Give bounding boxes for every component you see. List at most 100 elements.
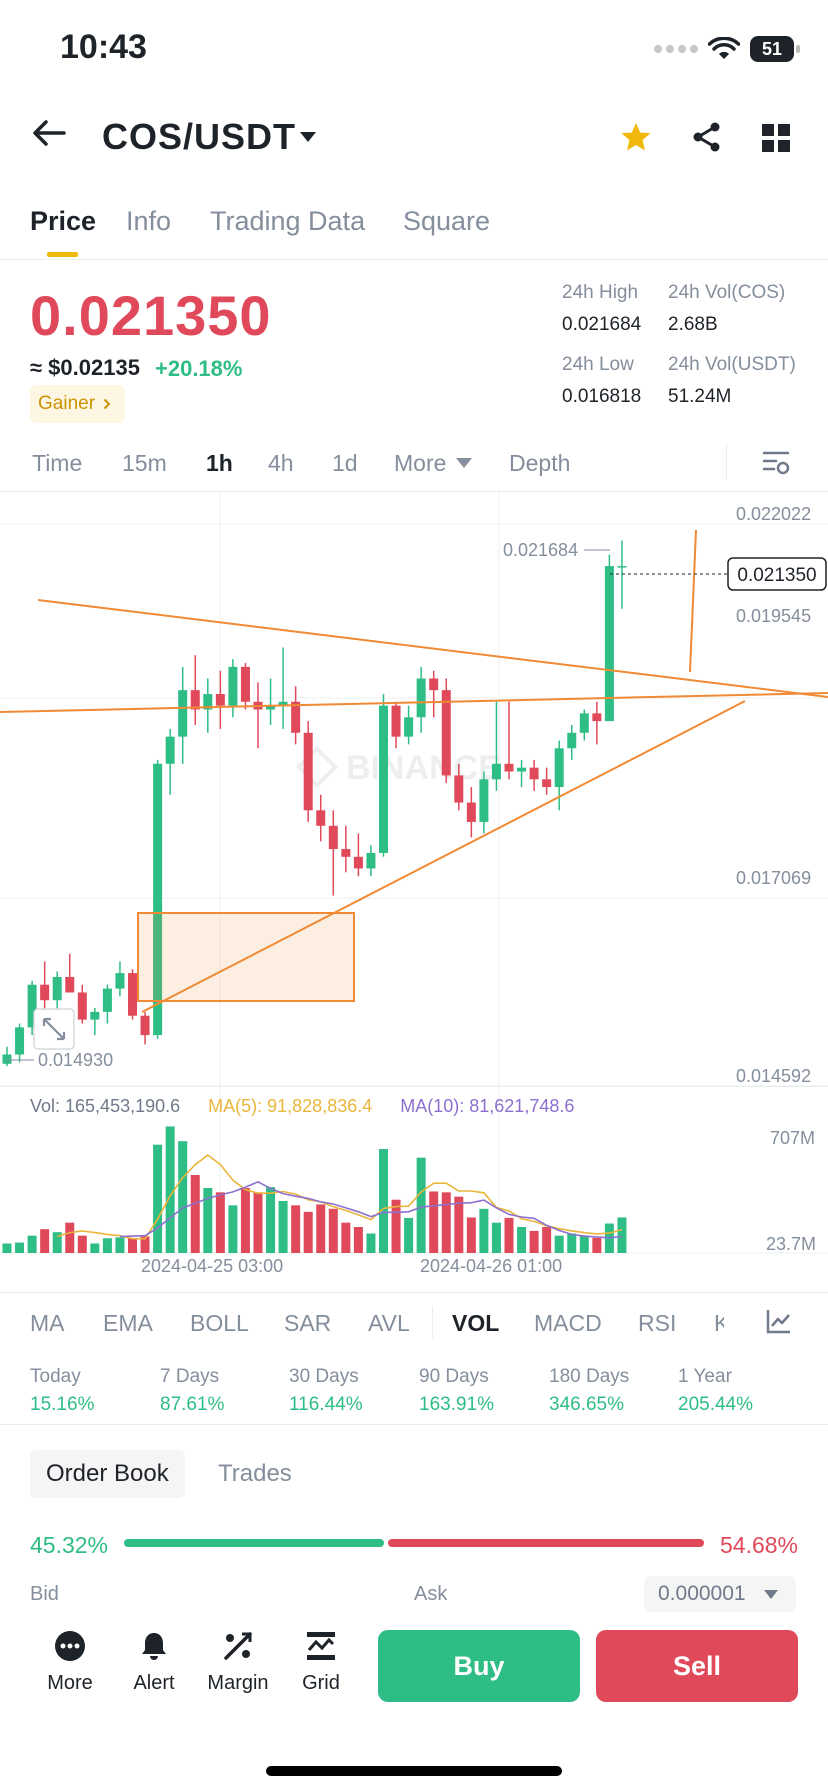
candle-body	[517, 767, 527, 772]
candle	[366, 845, 376, 877]
volume-bar	[366, 1233, 376, 1253]
home-indicator	[266, 1766, 562, 1776]
24h-high-value: 0.021684	[562, 314, 642, 335]
candle-body	[240, 666, 250, 702]
active-tab-indicator	[47, 252, 78, 257]
indicator-avl[interactable]: AVL	[368, 1310, 410, 1337]
candle-body	[554, 748, 564, 788]
price-chart[interactable]: BINANCE 0.022022 0.019545 0.017069 0.014…	[0, 492, 828, 1292]
tab-trading-data[interactable]: Trading Data	[210, 206, 365, 237]
precision-value: 0.000001	[658, 1582, 746, 1605]
candle-body	[429, 678, 439, 691]
ma5-line	[56, 1154, 623, 1240]
nav-margin[interactable]: Margin	[198, 1630, 278, 1695]
candle-body	[178, 690, 188, 737]
candle	[203, 678, 213, 733]
indicator-boll[interactable]: BOLL	[190, 1310, 249, 1337]
candle-body	[416, 678, 426, 718]
candle	[479, 771, 489, 834]
volume-bar	[77, 1235, 87, 1253]
candle-body	[128, 973, 137, 1016]
price-axis-label: 0.022022	[736, 504, 811, 524]
candle-body	[303, 732, 313, 811]
favorite-star-icon[interactable]	[620, 122, 652, 152]
candle-body	[529, 767, 539, 780]
price-precision-select[interactable]: 0.000001	[644, 1576, 796, 1612]
bid-percent: 45.32%	[30, 1532, 109, 1558]
volume-bar	[579, 1235, 589, 1253]
interval-depth[interactable]: Depth	[509, 450, 570, 477]
tab-price[interactable]: Price	[30, 206, 96, 237]
fullscreen-expand-icon[interactable]	[33, 1008, 75, 1050]
candle-body	[366, 852, 376, 869]
status-time: 10:43	[60, 28, 147, 66]
indicator-rsi[interactable]: RSI	[638, 1310, 676, 1337]
24h-vol-quote-label: 24h Vol(USDT)	[668, 354, 796, 375]
indicator-sar[interactable]: SAR	[284, 1310, 331, 1337]
time-axis-label: 2024-04-26 01:00	[420, 1256, 562, 1276]
perf-today-label: Today	[30, 1366, 81, 1387]
candle	[441, 678, 451, 784]
candle	[115, 961, 125, 997]
volume-axis-label: 23.7M	[766, 1234, 816, 1254]
perf-7d-label: 7 Days	[160, 1366, 220, 1387]
candle	[266, 678, 276, 726]
interval-more[interactable]: More	[394, 450, 446, 477]
candle	[429, 670, 439, 718]
interval-15m[interactable]: 15m	[122, 450, 167, 477]
candle-body	[353, 856, 363, 869]
candle	[341, 825, 351, 873]
chart-settings-icon[interactable]	[762, 450, 790, 476]
candle	[303, 721, 313, 822]
tab-order-book[interactable]: Order Book	[30, 1450, 185, 1498]
interval-4h[interactable]: 4h	[268, 450, 294, 477]
wifi-icon	[708, 37, 740, 59]
indicator-macd[interactable]: MACD	[534, 1310, 602, 1337]
back-arrow-icon[interactable]	[32, 118, 66, 148]
more-dots-icon	[55, 1631, 85, 1661]
nav-more[interactable]: More	[30, 1630, 110, 1695]
candle	[517, 759, 527, 788]
buy-button[interactable]: Buy	[378, 1630, 580, 1702]
volume-bar	[228, 1205, 238, 1253]
pair-dropdown-caret-icon[interactable]	[300, 132, 316, 142]
perf-90d-value: 163.91%	[419, 1394, 495, 1415]
nav-grid[interactable]: Grid	[281, 1630, 361, 1695]
interval-time[interactable]: Time	[32, 450, 82, 477]
indicator-vol[interactable]: VOL	[452, 1310, 499, 1337]
current-price-tag-value: 0.021350	[737, 565, 816, 586]
indicator-ema[interactable]: EMA	[103, 1310, 153, 1337]
candle	[466, 787, 476, 838]
indicator-settings-icon[interactable]	[766, 1308, 792, 1334]
pair-title[interactable]: COS/USDT	[102, 116, 296, 158]
tab-info[interactable]: Info	[126, 206, 171, 237]
volume-bar	[65, 1222, 75, 1253]
tab-square[interactable]: Square	[403, 206, 490, 237]
interval-1d[interactable]: 1d	[332, 450, 358, 477]
chevron-down-icon	[763, 1589, 778, 1599]
indicator-k[interactable]: K	[714, 1310, 724, 1337]
volume-bar	[529, 1230, 539, 1253]
last-price: 0.021350	[30, 284, 272, 347]
interval-1h[interactable]: 1h	[206, 450, 233, 477]
low-price-marker: 0.014930	[38, 1050, 113, 1070]
ask-column-label: Ask	[414, 1583, 448, 1605]
perf-7d-value: 87.61%	[160, 1394, 225, 1415]
volume-bar	[542, 1227, 552, 1253]
candle-body	[316, 810, 326, 826]
more-caret-icon[interactable]	[456, 458, 472, 468]
indicator-ma[interactable]: MA	[30, 1310, 65, 1337]
tab-trades[interactable]: Trades	[218, 1460, 292, 1488]
volume-bar	[416, 1157, 426, 1253]
gainer-badge[interactable]: Gainer	[30, 385, 126, 423]
layout-grid-icon[interactable]	[762, 124, 790, 152]
sell-button[interactable]: Sell	[596, 1630, 798, 1702]
binance-watermark: BINANCE	[295, 745, 501, 789]
24h-vol-quote-value: 51.24M	[668, 386, 732, 407]
candle	[15, 1023, 25, 1063]
nav-alert[interactable]: Alert	[114, 1630, 194, 1695]
volume-bar	[278, 1201, 288, 1253]
perf-30d-value: 116.44%	[289, 1394, 363, 1415]
volume-bar	[379, 1149, 388, 1253]
share-icon[interactable]	[692, 122, 722, 152]
